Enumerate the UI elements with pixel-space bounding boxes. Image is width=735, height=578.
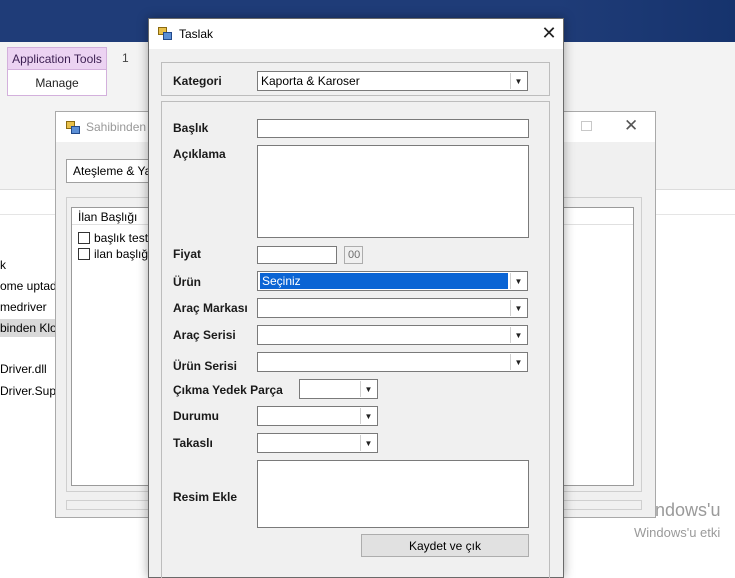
chevron-down-icon[interactable]: ▼ — [360, 381, 376, 397]
app-window-icon — [66, 121, 80, 137]
close-icon[interactable]: ✕ — [539, 23, 559, 43]
chevron-down-icon[interactable]: ▼ — [510, 273, 526, 289]
ribbon-number: 1 — [122, 51, 129, 65]
durumu-label: Durumu — [173, 409, 219, 423]
file-list-item[interactable]: medriver — [0, 300, 47, 314]
resim-ekle-picturebox[interactable] — [257, 460, 529, 528]
fiyat-decimal-input[interactable]: 00 — [344, 246, 363, 264]
file-list-item[interactable]: Driver.Sup — [0, 384, 56, 398]
arac-serisi-label: Araç Serisi — [173, 328, 236, 342]
checkbox[interactable] — [78, 232, 90, 244]
checkbox[interactable] — [78, 248, 90, 260]
urun-value: Seçiniz — [259, 272, 509, 290]
close-icon[interactable]: ✕ — [624, 116, 638, 136]
urun-combo[interactable]: Seçiniz ▼ — [257, 271, 528, 291]
chevron-down-icon[interactable]: ▼ — [510, 354, 526, 370]
urun-serisi-label: Ürün Serisi — [173, 359, 238, 373]
arac-serisi-combo[interactable]: ▼ — [257, 325, 528, 345]
baslik-input[interactable] — [257, 119, 529, 138]
kategori-combo[interactable]: Kaporta & Karoser ▼ — [257, 71, 528, 91]
dialog-title: Taslak — [179, 27, 214, 41]
chevron-down-icon[interactable]: ▼ — [510, 300, 526, 316]
takasli-combo[interactable]: ▼ — [257, 433, 378, 453]
kaydet-ve-cik-button[interactable]: Kaydet ve çık — [361, 534, 529, 557]
chevron-down-icon[interactable]: ▼ — [360, 435, 376, 451]
chevron-down-icon[interactable]: ▼ — [510, 327, 526, 343]
file-list-item[interactable]: k — [0, 258, 6, 272]
aciklama-label: Açıklama — [173, 147, 226, 161]
file-list-item[interactable]: Driver.dll — [0, 362, 47, 376]
taslak-titlebar: Taslak ✕ — [149, 19, 563, 49]
fiyat-input[interactable] — [257, 246, 337, 264]
urun-serisi-combo[interactable]: ▼ — [257, 352, 528, 372]
chevron-down-icon[interactable]: ▼ — [510, 73, 526, 89]
taslak-dialog: Taslak ✕ Kategori Kaporta & Karoser ▼ Ba… — [148, 18, 564, 578]
resim-ekle-label: Resim Ekle — [173, 490, 238, 504]
file-list-item[interactable]: ome uptade — [0, 279, 63, 293]
urun-label: Ürün — [173, 275, 201, 289]
baslik-label: Başlık — [173, 121, 209, 135]
ribbon-tab-manage[interactable]: Manage — [7, 70, 107, 96]
takasli-label: Takaslı — [173, 436, 213, 450]
durumu-combo[interactable]: ▼ — [257, 406, 378, 426]
chevron-down-icon[interactable]: ▼ — [360, 408, 376, 424]
kategori-label: Kategori — [173, 74, 222, 88]
ribbon-context-tab-application-tools[interactable]: Application Tools — [7, 47, 107, 70]
kategori-value: Kaporta & Karoser — [261, 74, 360, 88]
maximize-icon[interactable] — [581, 121, 592, 131]
arac-markasi-combo[interactable]: ▼ — [257, 298, 528, 318]
activation-watermark-subtitle: Windows'u etki — [634, 525, 721, 540]
app-window-icon — [158, 27, 172, 43]
fiyat-label: Fiyat — [173, 247, 202, 261]
arac-markasi-label: Araç Markası — [173, 301, 248, 315]
cikma-yedek-parca-label: Çıkma Yedek Parça — [173, 383, 283, 397]
aciklama-textarea[interactable] — [257, 145, 529, 238]
cikma-yedek-parca-combo[interactable]: ▼ — [299, 379, 378, 399]
file-list-item-selected[interactable]: binden Klo — [0, 319, 60, 337]
sahibinden-title: Sahibinden — [86, 120, 147, 134]
